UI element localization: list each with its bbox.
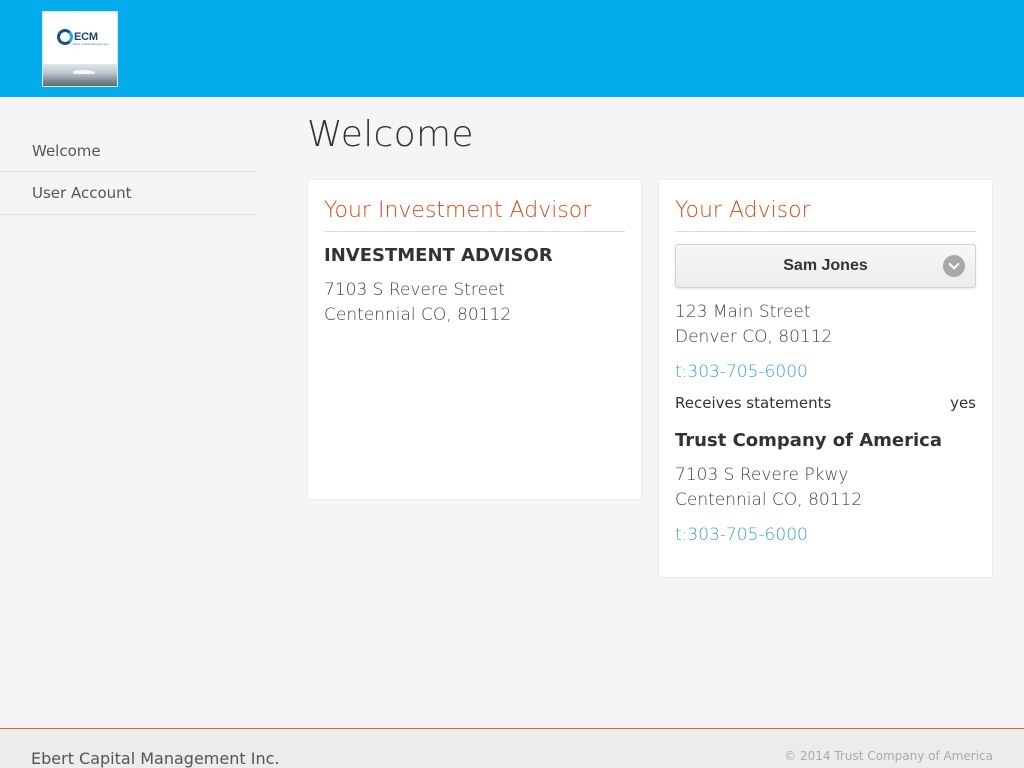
advisor-select-value: Sam Jones [783, 257, 868, 274]
chevron-down-icon[interactable] [943, 255, 965, 277]
advisor-card: Your Advisor Sam Jones 123 Main Street D… [658, 179, 993, 578]
address-line-2: Centennial CO, 80112 [675, 490, 863, 510]
address-line-1: 7103 S Revere Pkwy [675, 465, 849, 485]
footer-company: Ebert Capital Management Inc. [31, 749, 280, 768]
investment-advisor-card: Your Investment Advisor INVESTMENT ADVIS… [307, 179, 642, 500]
address-line-1: 7103 S Revere Street [324, 280, 506, 300]
investment-advisor-heading: Your Investment Advisor [324, 198, 625, 232]
custodian-name: Trust Company of America [675, 430, 942, 451]
custodian-address: 7103 S Revere Pkwy Centennial CO, 80112 [675, 463, 976, 513]
logo-globe-icon [57, 29, 73, 45]
address-line-2: Centennial CO, 80112 [324, 305, 512, 325]
page-title: Welcome [307, 114, 474, 155]
sidebar-item-user-account[interactable]: User Account [0, 172, 256, 215]
sidebar-nav: Welcome User Account [0, 130, 256, 215]
statements-row: Receives statements yes [675, 394, 976, 412]
footer-copyright: © 2014 Trust Company of America [784, 749, 993, 763]
logo-photo [43, 64, 117, 86]
investment-advisor-address: 7103 S Revere Street Centennial CO, 8011… [324, 278, 625, 328]
page-footer: Ebert Capital Management Inc. © 2014 Tru… [0, 728, 1024, 768]
custodian-phone-link[interactable]: t:303-705-6000 [675, 525, 808, 545]
investment-advisor-name: INVESTMENT ADVISOR [324, 245, 553, 266]
address-line-2: Denver CO, 80112 [675, 327, 833, 347]
sidebar-item-welcome[interactable]: Welcome [0, 130, 256, 172]
top-header: ECM Ebert Capital Management [0, 0, 1024, 97]
statements-value: yes [950, 394, 976, 412]
advisor-address: 123 Main Street Denver CO, 80112 [675, 300, 976, 350]
logo-subtitle: Ebert Capital Management [73, 42, 109, 46]
advisor-select[interactable]: Sam Jones [675, 244, 976, 288]
advisor-phone-link[interactable]: t:303-705-6000 [675, 362, 808, 382]
statements-label: Receives statements [675, 394, 832, 412]
company-logo[interactable]: ECM Ebert Capital Management [42, 11, 118, 87]
advisor-heading: Your Advisor [675, 198, 976, 232]
address-line-1: 123 Main Street [675, 302, 811, 322]
